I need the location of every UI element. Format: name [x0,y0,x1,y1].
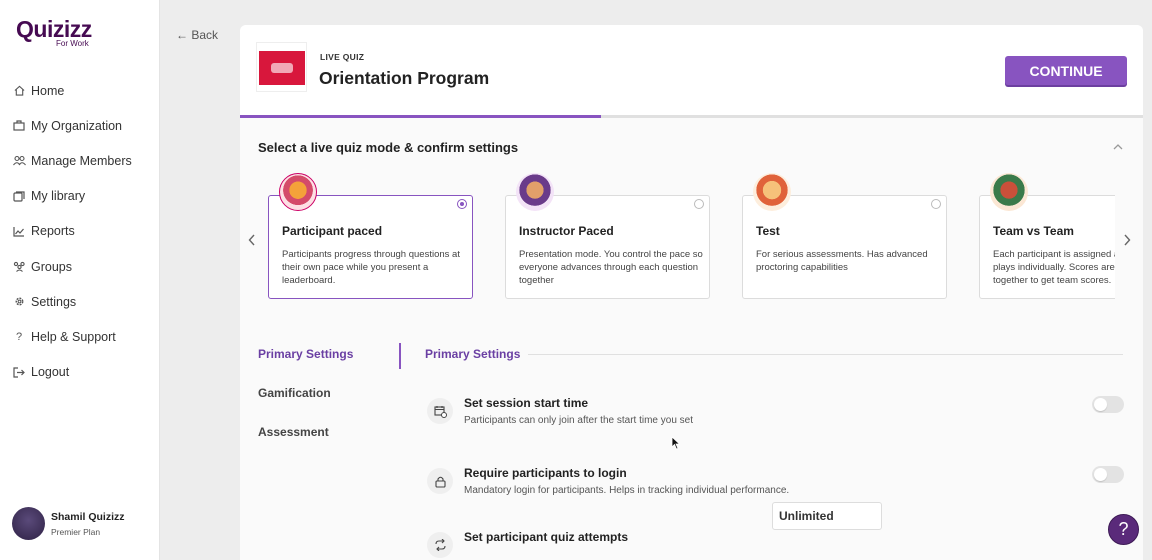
mode-card-team-vs-team[interactable]: Team vs Team Each participant is assigne… [979,173,1115,299]
continue-button[interactable]: CONTINUE [1005,56,1127,85]
mode-description: Presentation mode. You control the pace … [519,249,703,286]
back-link[interactable]: ← Back [176,28,218,42]
settings-tab-primary[interactable]: Primary Settings [258,347,353,386]
sidebar-item-label: My library [31,189,86,204]
setting-description: Mandatory login for participants. Helps … [464,485,790,496]
sidebar-item-label: My Organization [31,118,123,133]
gear-icon [12,296,26,307]
test-illustration [753,173,791,211]
sidebar-item-label: Logout [31,365,70,380]
mode-description: Participants progress through questions … [282,249,460,286]
team-vs-team-illustration [990,173,1028,211]
active-tab-indicator [399,343,401,369]
sidebar-item-my-library[interactable]: My library [12,179,132,214]
logout-icon [12,366,26,378]
help-button[interactable]: ? [1108,514,1139,545]
settings-nav: Primary Settings Gamification Assessment [258,347,353,464]
sidebar: Quizizz For Work Home My Organization Ma… [0,0,160,560]
group-icon [12,261,26,272]
quiz-setup-panel: LIVE QUIZ Orientation Program CONTINUE S… [240,25,1143,560]
sidebar-item-logout[interactable]: Logout [12,355,132,390]
mode-title: Instructor Paced [519,224,614,238]
mode-title: Test [756,224,780,238]
instructor-paced-illustration [516,173,554,211]
sidebar-item-settings[interactable]: Settings [12,284,132,319]
chevron-left-icon[interactable] [248,233,256,249]
sidebar-item-groups[interactable]: Groups [12,249,132,284]
mode-carousel: Participant paced Participants progress … [240,173,1143,313]
session-start-time-toggle[interactable] [1092,396,1124,413]
chevron-right-icon[interactable] [1123,233,1131,249]
building-icon [12,120,26,131]
mouse-cursor-icon [671,436,681,453]
progress-fill [240,115,602,118]
lock-icon [427,468,453,494]
participant-paced-illustration [279,173,317,211]
sidebar-item-manage-members[interactable]: Manage Members [12,143,132,178]
quiz-thumbnail [256,42,307,92]
mode-description: For serious assessments. Has advanced pr… [756,249,928,273]
require-login-toggle[interactable] [1092,466,1124,483]
mode-description: Each participant is assigned a team and … [993,249,1115,286]
mode-card-instructor-paced[interactable]: Instructor Paced Presentation mode. You … [505,173,710,299]
mode-radio[interactable] [931,199,941,209]
users-icon [12,155,26,166]
chevron-up-icon[interactable] [1113,141,1123,153]
mode-card-participant-paced[interactable]: Participant paced Participants progress … [268,173,473,299]
mode-title: Participant paced [282,224,383,238]
question-icon: ? [15,330,23,343]
quiz-attempts-select[interactable]: Unlimited [772,502,882,530]
sidebar-item-home[interactable]: Home [12,73,132,108]
section-title: Select a live quiz mode & confirm settin… [258,140,519,155]
setting-session-start-time: Set session start time Participants can … [425,396,1125,446]
profile-plan: Premier Plan [51,526,101,537]
user-profile[interactable]: Shamil Quizizz Premier Plan [12,507,125,540]
quiz-header: LIVE QUIZ Orientation Program CONTINUE [240,25,1143,117]
sidebar-item-label: Home [31,83,65,98]
logo[interactable]: Quizizz For Work [16,16,92,48]
setting-description: Participants can only join after the sta… [464,415,693,426]
quiz-title: Orientation Program [319,68,490,88]
sidebar-nav: Home My Organization Manage Members My l… [12,73,132,390]
sidebar-item-label: Reports [31,224,75,239]
logo-subtitle: For Work [56,39,89,48]
sidebar-item-my-organization[interactable]: My Organization [12,108,132,143]
setting-title: Set participant quiz attempts [464,530,629,544]
settings-divider [528,354,1123,355]
calendar-clock-icon [427,398,453,424]
sidebar-item-label: Settings [31,294,77,309]
mode-radio[interactable] [457,199,467,209]
sidebar-item-reports[interactable]: Reports [12,214,132,249]
setting-title: Require participants to login [464,466,627,480]
profile-name: Shamil Quizizz [51,510,125,523]
sidebar-item-label: Help & Support [31,329,116,344]
mode-radio[interactable] [694,199,704,209]
mode-card-test[interactable]: Test For serious assessments. Has advanc… [742,173,947,299]
progress-bar [240,115,1143,118]
avatar [12,507,45,540]
folder-icon [12,191,26,202]
settings-tab-assessment[interactable]: Assessment [258,425,353,464]
settings-heading: Primary Settings [425,347,521,361]
settings-tab-gamification[interactable]: Gamification [258,386,353,425]
quiz-type-label: LIVE QUIZ [320,52,365,62]
setting-title: Set session start time [464,396,589,410]
mode-title: Team vs Team [993,224,1074,238]
home-icon [12,85,26,96]
setting-quiz-attempts: Set participant quiz attempts [425,530,1125,560]
repeat-icon [427,532,453,558]
chart-icon [12,226,26,237]
sidebar-item-help-support[interactable]: ? Help & Support [12,319,132,354]
sidebar-item-label: Groups [31,259,72,274]
sidebar-item-label: Manage Members [31,153,132,168]
